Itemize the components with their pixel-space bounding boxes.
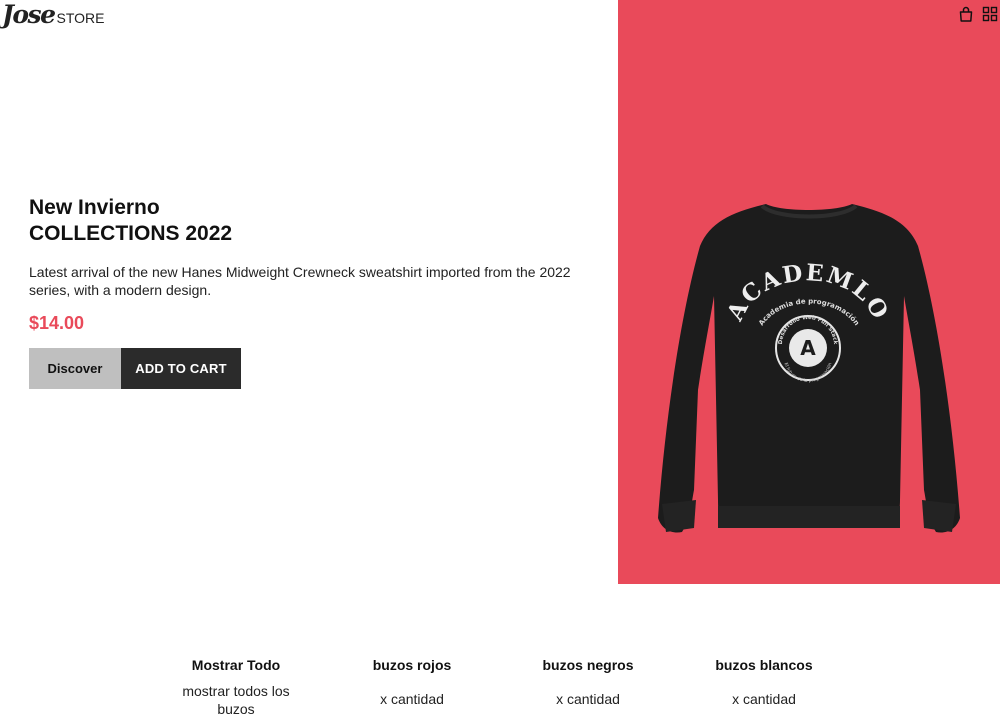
filter-title: buzos negros (542, 657, 634, 673)
header-actions (958, 6, 998, 22)
hero-description: Latest arrival of the new Hanes Midweigh… (29, 264, 571, 298)
grid-icon[interactable] (982, 6, 998, 22)
sweatshirt-body (658, 204, 960, 533)
filter-title: buzos blancos (715, 657, 813, 673)
hero-title-line2: COLLECTIONS 2022 (29, 222, 233, 245)
filter-red[interactable]: buzos rojos x cantidad (352, 656, 472, 708)
filter-title: Mostrar Todo (191, 657, 281, 673)
hero-title-line1: New Invierno (29, 196, 160, 219)
badge-letter: A (800, 336, 816, 360)
store-logo[interactable]: Jose STORE (2, 0, 104, 32)
filter-title: buzos rojos (372, 657, 452, 673)
filter-subtitle: mostrar todos los buzos (182, 683, 290, 717)
hero-buttons: Discover ADD TO CART (29, 348, 589, 389)
shopping-bag-icon[interactable] (958, 6, 974, 22)
add-to-cart-button[interactable]: ADD TO CART (121, 348, 241, 389)
filter-subtitle: x cantidad (732, 691, 796, 707)
product-image: ACADEMLO Academia de programación Desarr… (658, 204, 960, 533)
filter-subtitle: x cantidad (380, 691, 444, 707)
filter-black[interactable]: buzos negros x cantidad (528, 656, 648, 708)
right-cuff (922, 500, 956, 532)
filter-white[interactable]: buzos blancos x cantidad (704, 656, 824, 708)
hero-content: New Invierno COLLECTIONS 2022 Latest arr… (29, 195, 589, 389)
sweatshirt-hem (718, 506, 900, 528)
logo-text: STORE (56, 10, 105, 26)
product-price: $14.00 (29, 313, 85, 333)
filter-subtitle: x cantidad (556, 691, 620, 707)
left-cuff (662, 500, 696, 532)
discover-button[interactable]: Discover (29, 348, 121, 389)
hero-title: New Invierno COLLECTIONS 2022 (29, 195, 589, 247)
logo-mark: Jose (2, 0, 56, 29)
filter-show-all[interactable]: Mostrar Todo mostrar todos los buzos (166, 656, 306, 718)
